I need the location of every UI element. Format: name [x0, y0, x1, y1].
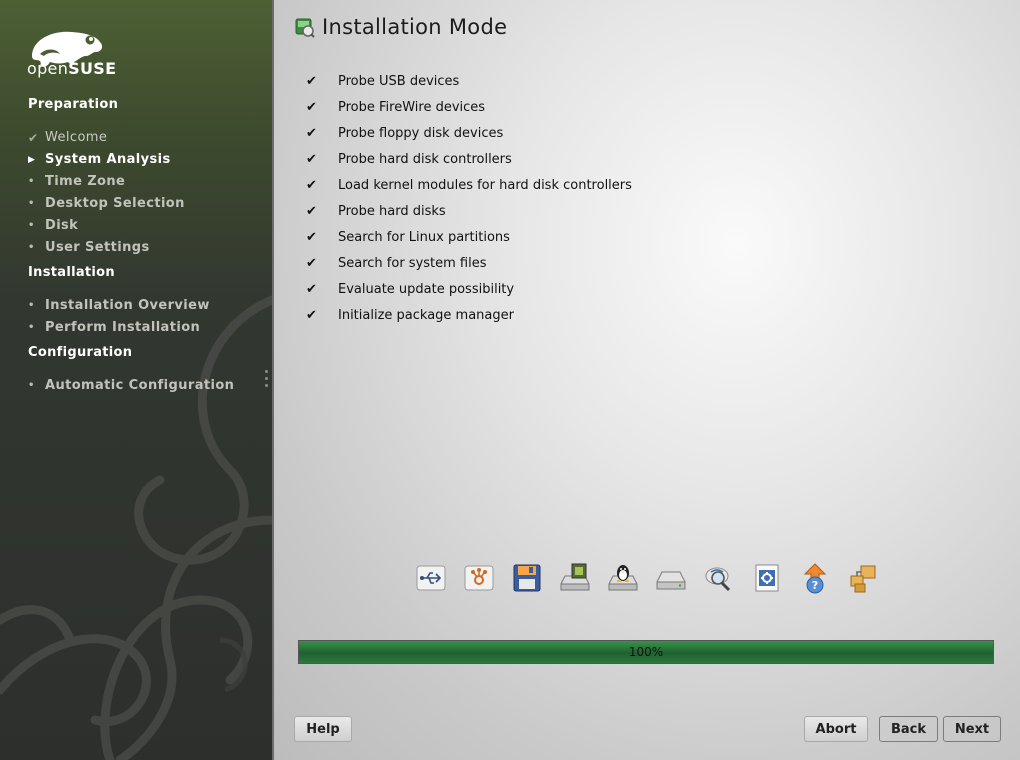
check-icon: ✔ [306, 125, 317, 141]
system-files-icon [755, 564, 779, 592]
step-label: Installation Overview [45, 298, 210, 313]
step-label: Welcome [45, 130, 108, 145]
hard-disk-icon [656, 571, 686, 590]
opensuse-logo-text: openSUSE [27, 59, 117, 78]
installation-mode-icon [295, 18, 315, 38]
bullet-icon: • [28, 380, 35, 391]
main-panel: Installation Mode ✔ Probe USB devices ✔ Pr… [274, 0, 1020, 760]
check-icon: ✔ [306, 177, 317, 193]
list-item: ✔ Search for Linux partitions [306, 229, 510, 245]
check-icon: ✔ [306, 151, 317, 167]
list-item: ✔ Load kernel modules for hard disk contr… [306, 177, 632, 193]
step-label: Perform Installation [45, 320, 201, 335]
step-perform-installation: • Perform Installation [28, 320, 200, 335]
next-button[interactable]: Next [943, 716, 1001, 742]
bullet-icon: • [28, 242, 35, 253]
step-installation-overview: • Installation Overview [28, 298, 210, 313]
list-item: ✔ Evaluate update possibility [306, 281, 515, 297]
step-label: Desktop Selection [45, 196, 185, 211]
svg-text:?: ? [812, 579, 818, 592]
check-icon: ✔ [306, 281, 317, 297]
check-icon: ✔ [306, 229, 317, 245]
update-icon: ? [803, 563, 827, 594]
search-partitions-icon [705, 567, 731, 592]
back-button[interactable]: Back [879, 716, 938, 742]
linux-tux-icon [608, 565, 638, 591]
page-title: Installation Mode [322, 15, 508, 39]
floppy-icon [513, 564, 541, 592]
step-time-zone: • Time Zone [28, 174, 125, 189]
step-user-settings: • User Settings [28, 240, 150, 255]
package-manager-icon [850, 565, 876, 593]
step-desktop-selection: • Desktop Selection [28, 196, 185, 211]
section-preparation: Preparation [28, 97, 119, 112]
step-label: System Analysis [45, 152, 171, 167]
step-system-analysis: ▶ System Analysis [28, 152, 171, 167]
installation-progress-bar: 100% [298, 640, 994, 664]
bullet-icon: • [28, 300, 35, 311]
bullet-icon: • [28, 322, 35, 333]
step-label: Automatic Configuration [45, 378, 235, 393]
active-arrow-icon: ▶ [28, 154, 36, 165]
check-icon: ✔ [306, 203, 317, 219]
step-label: User Settings [45, 240, 150, 255]
bullet-icon: • [28, 198, 35, 209]
list-item: ✔ Probe FireWire devices [306, 99, 486, 115]
step-label: Time Zone [45, 174, 126, 189]
check-icon: ✔ [306, 73, 317, 89]
check-icon: ✔ [306, 255, 317, 271]
step-label: Disk [45, 218, 79, 233]
section-configuration: Configuration [28, 345, 133, 360]
disk-controller-icon [560, 563, 590, 591]
bullet-icon: • [28, 220, 35, 231]
abort-button[interactable]: Abort [804, 716, 868, 742]
list-item: ✔ Probe floppy disk devices [306, 125, 504, 141]
help-button[interactable]: Help [294, 716, 352, 742]
sidebar-resize-handle[interactable] [265, 370, 269, 391]
check-icon: ✔ [306, 307, 317, 323]
usb-icon [416, 565, 446, 591]
step-automatic-configuration: • Automatic Configuration [28, 378, 234, 393]
probe-checklist: ✔ Probe USB devices ✔ Probe FireWire devic… [306, 68, 632, 328]
check-icon: ✔ [306, 99, 317, 115]
firewire-icon [464, 565, 494, 591]
list-item: ✔ Search for system files [306, 255, 487, 271]
list-item: ✔ Probe USB devices [306, 73, 460, 89]
step-disk: • Disk [28, 218, 78, 233]
section-installation: Installation [28, 265, 115, 280]
list-item: ✔ Initialize package manager [306, 307, 514, 323]
stage-icons: ? [415, 562, 895, 594]
list-item: ✔ Probe hard disks [306, 203, 446, 219]
sidebar: openSUSE Preparation ✔ Welcome ▶ System An… [0, 0, 272, 760]
step-welcome: ✔ Welcome [28, 130, 107, 145]
bullet-icon: • [28, 176, 35, 187]
list-item: ✔ Probe hard disk controllers [306, 151, 512, 167]
progress-label: 100% [628, 645, 664, 659]
done-check-icon: ✔ [28, 130, 39, 145]
